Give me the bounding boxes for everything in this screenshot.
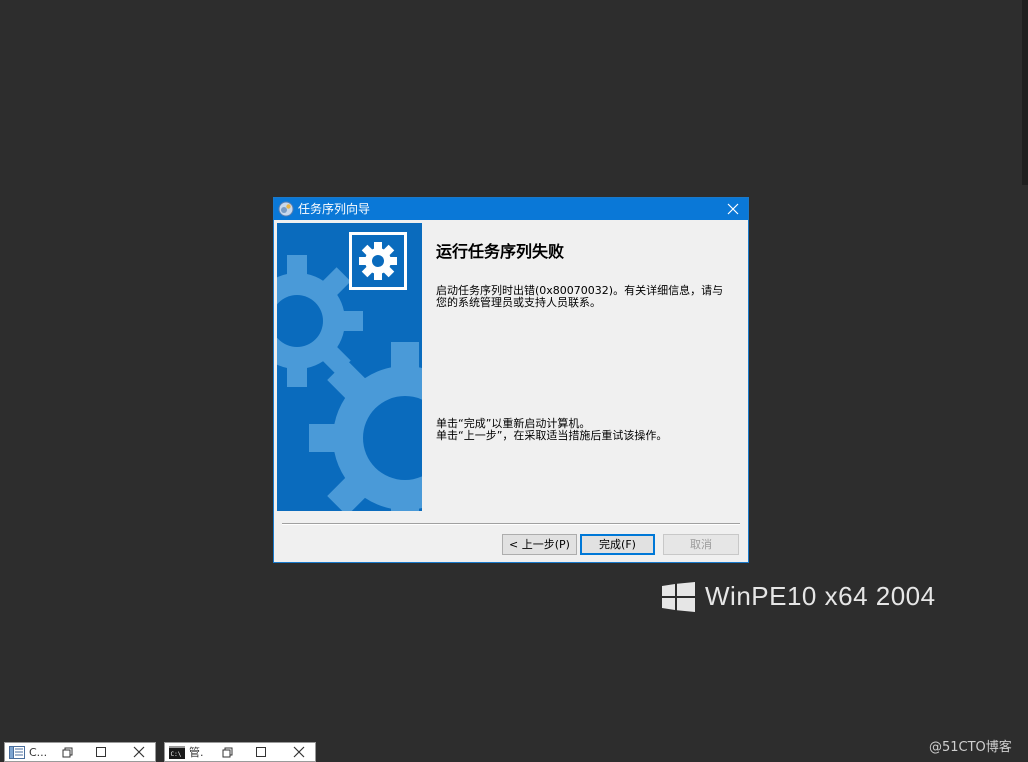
minimized-window-title: 管. (189, 746, 204, 759)
windows-logo-icon (662, 582, 695, 612)
document-list-icon (9, 746, 25, 759)
minimized-window-1[interactable]: C... (4, 742, 156, 762)
cancel-button[interactable]: 取消 (663, 534, 739, 555)
close-icon[interactable] (131, 744, 147, 760)
command-prompt-icon: C:\ (169, 746, 185, 759)
back-button[interactable]: < 上一步(P) (502, 534, 577, 555)
wizard-banner (277, 223, 422, 511)
maximize-icon[interactable] (253, 744, 269, 760)
error-message-line: 您的系统管理员或支持人员联系。 (436, 296, 601, 309)
dialog-titlebar[interactable]: 任务序列向导 (274, 198, 748, 220)
minimized-window-title: C... (29, 746, 48, 759)
os-version-label: WinPE10 x64 2004 (705, 581, 936, 611)
site-watermark: @51CTO博客 (929, 740, 1012, 755)
error-message: 启动任务序列时出错(0x80070032)。有关详细信息，请与 您的系统管理员或… (436, 285, 741, 309)
restore-icon[interactable] (219, 744, 235, 760)
settings-gear-icon (349, 232, 407, 290)
instruction-text: 单击“完成”以重新启动计算机。 单击“上一步”，在采取适当措施后重试该操作。 (436, 418, 741, 442)
maximize-icon[interactable] (93, 744, 109, 760)
close-icon[interactable] (291, 744, 307, 760)
wizard-app-icon (278, 201, 294, 217)
dialog-title: 任务序列向导 (298, 202, 371, 216)
svg-text:C:\: C:\ (171, 751, 182, 758)
button-separator (282, 523, 740, 525)
instruction-line: 单击“上一步”，在采取适当措施后重试该操作。 (436, 429, 668, 442)
desktop-edge-strip (1022, 0, 1028, 185)
minimized-window-2[interactable]: C:\ 管. (164, 742, 316, 762)
close-icon (727, 203, 739, 215)
close-button[interactable] (718, 198, 748, 220)
finish-button[interactable]: 完成(F) (580, 534, 655, 555)
error-heading: 运行任务序列失败 (436, 242, 565, 261)
task-sequence-wizard-dialog: 任务序列向导 运行任务序列失败 启动任务序列时出错(0x80070032)。有关… (273, 197, 749, 563)
restore-icon[interactable] (59, 744, 75, 760)
